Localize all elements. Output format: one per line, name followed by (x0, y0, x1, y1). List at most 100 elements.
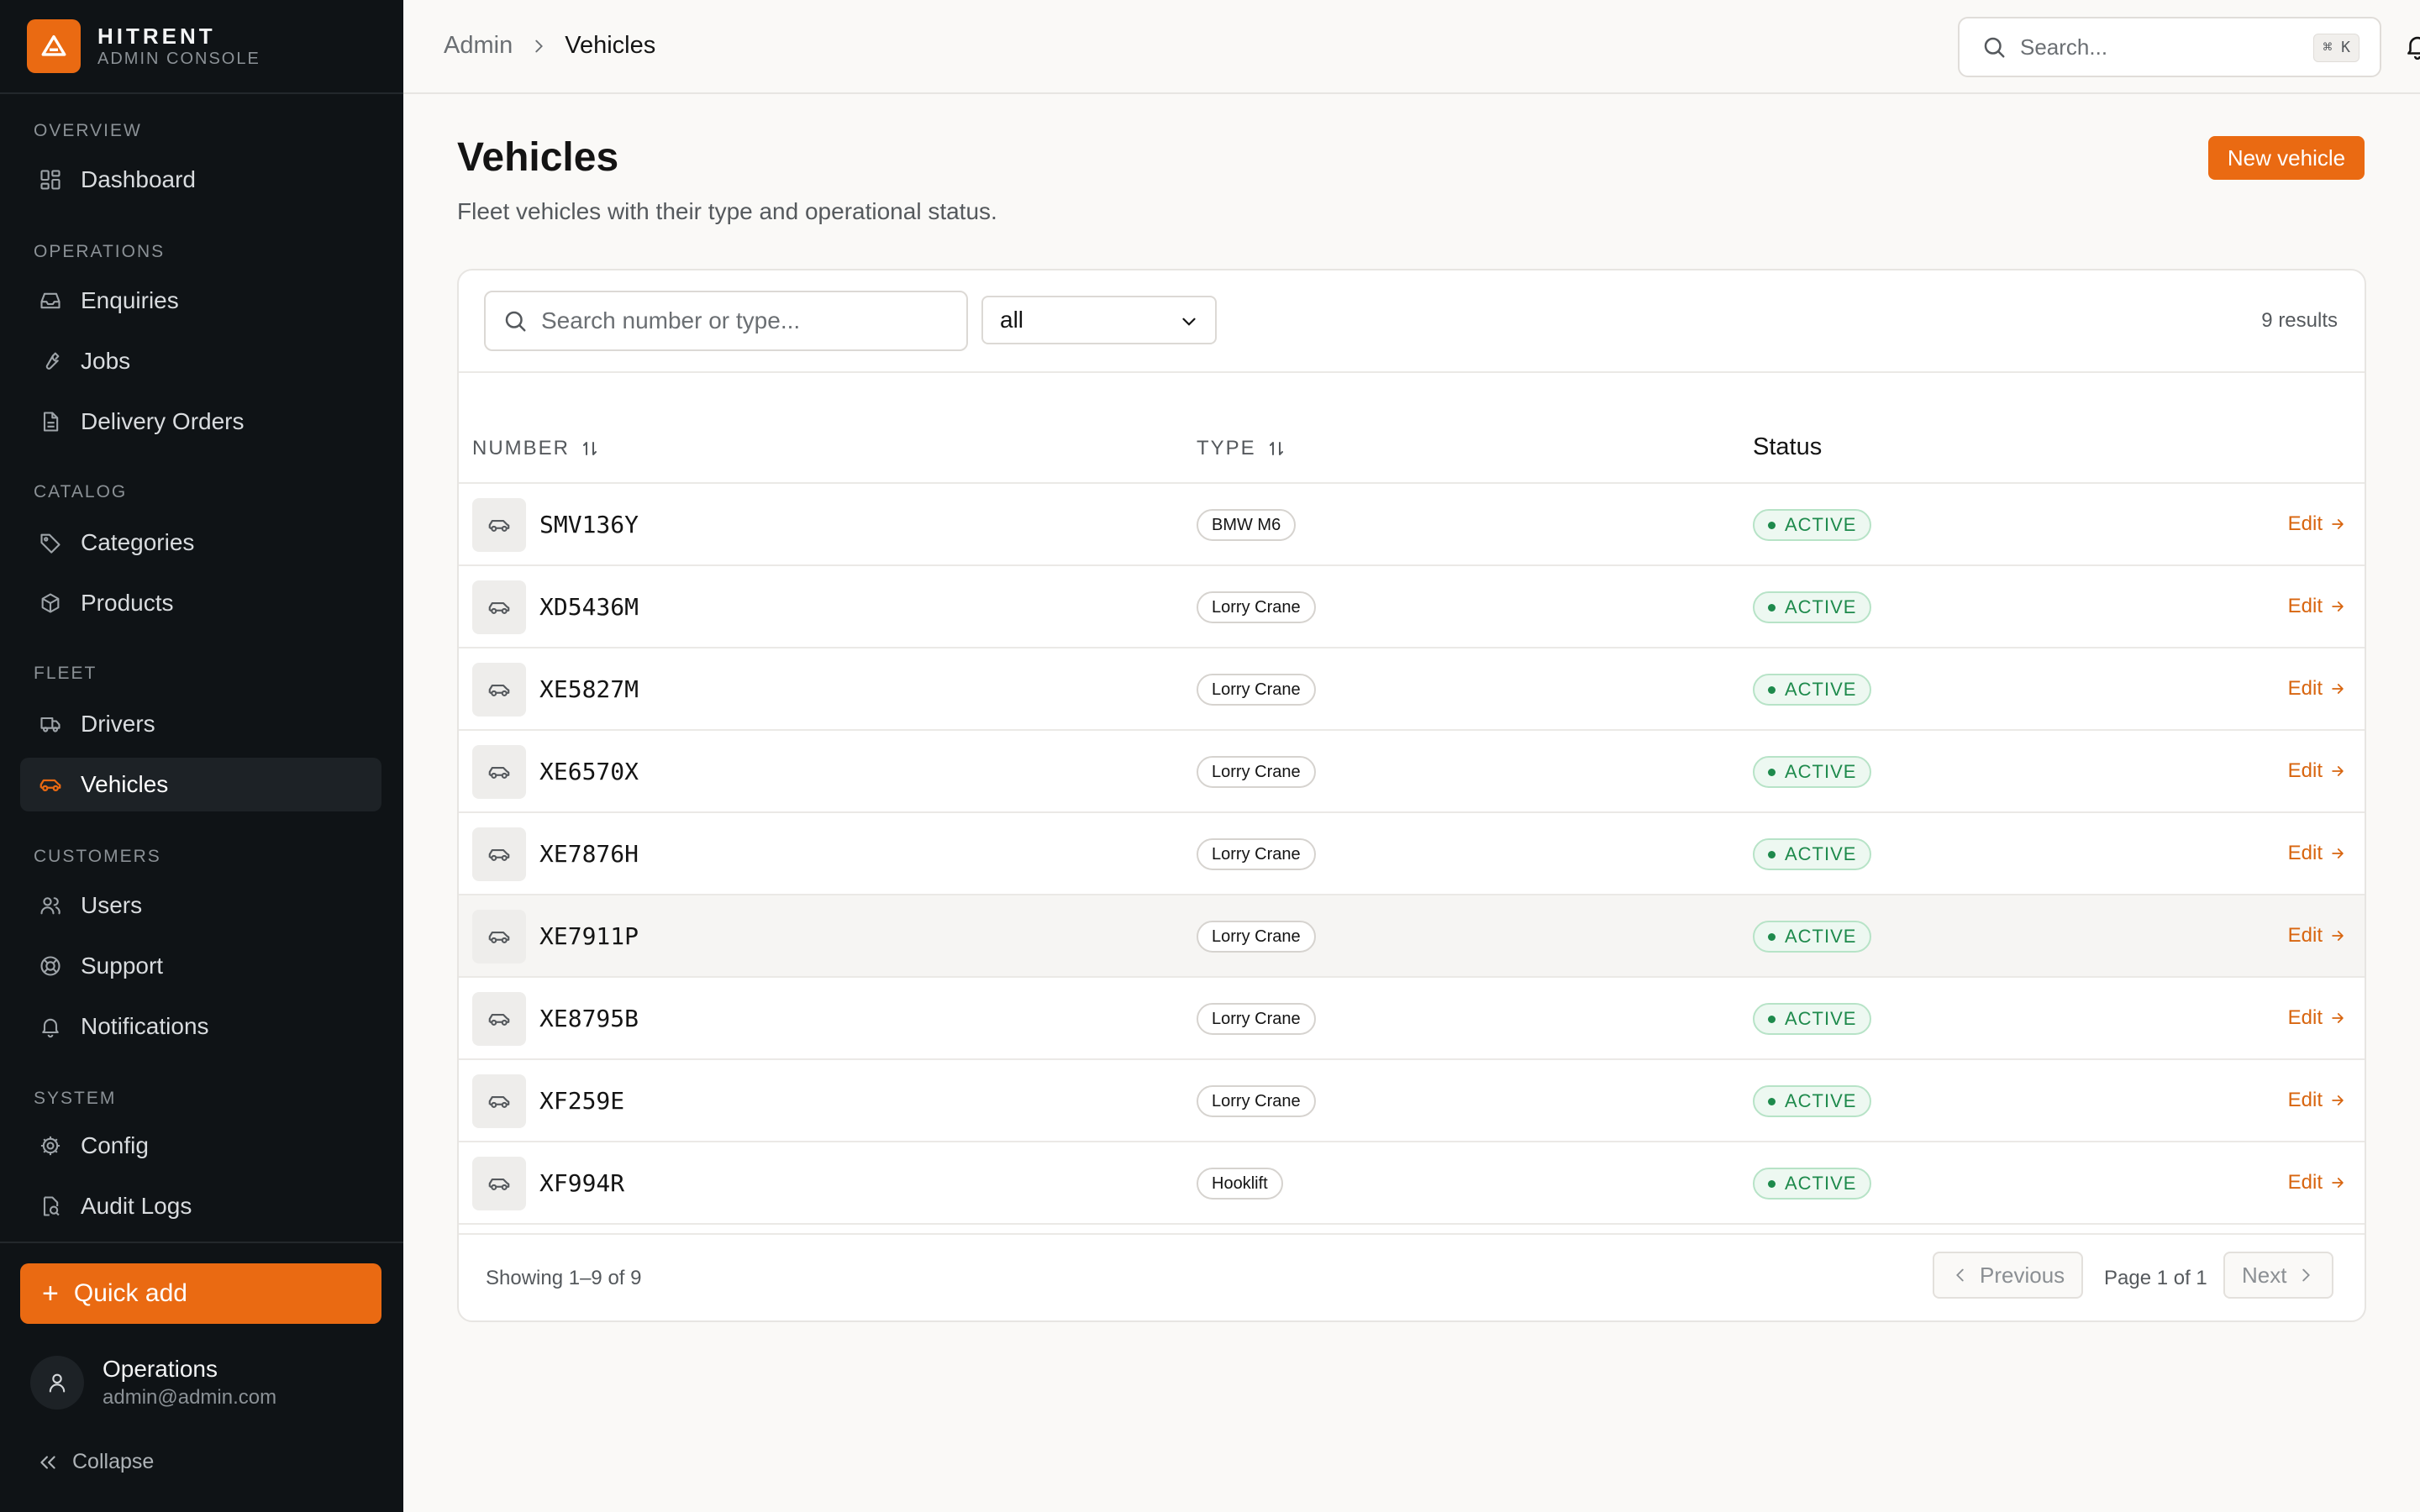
status-dot-icon (1768, 1016, 1776, 1023)
new-vehicle-button[interactable]: New vehicle (2208, 136, 2365, 180)
status-badge: ACTIVE (1753, 674, 1872, 706)
edit-label: Edit (2287, 1006, 2323, 1029)
edit-link[interactable]: Edit (2288, 842, 2346, 865)
breadcrumb-admin[interactable]: Admin (444, 32, 513, 60)
sidebar-item-support[interactable]: Support (20, 939, 381, 993)
truck-icon (37, 711, 64, 738)
edit-label: Edit (2287, 1089, 2323, 1111)
status-badge: ACTIVE (1753, 591, 1872, 623)
car-icon (472, 745, 526, 799)
sidebar-item-dashboard[interactable]: Dashboard (20, 153, 381, 207)
sidebar-item-categories[interactable]: Categories (20, 516, 381, 570)
previous-button[interactable]: Previous (1933, 1252, 2084, 1299)
vehicle-number: XE7876H (539, 840, 639, 868)
quick-add-label: Quick add (73, 1279, 187, 1307)
arrow-right-icon (2329, 1010, 2346, 1026)
sidebar-item-label: Vehicles (81, 771, 169, 797)
table-row[interactable]: XE7911P Lorry Crane ACTIVE Edit (459, 895, 2365, 978)
sidebar-item-vehicles[interactable]: Vehicles (20, 758, 381, 811)
car-icon (472, 910, 526, 963)
brand-name: HITRENT (97, 24, 216, 49)
vehicle-type-badge: Lorry Crane (1197, 838, 1316, 870)
arrow-right-icon (2329, 516, 2346, 533)
table-row[interactable]: XE8795B Lorry Crane ACTIVE Edit (459, 978, 2365, 1060)
status-dot-icon (1768, 1098, 1776, 1105)
user-profile[interactable]: Operations admin@admin.com (30, 1356, 276, 1410)
sidebar-item-notifications[interactable]: Notifications (20, 1000, 381, 1053)
page-title: Vehicles (457, 135, 619, 180)
arrow-right-icon (2329, 763, 2346, 780)
table-search-input[interactable]: Search number or type... (484, 291, 968, 351)
type-filter-value: all (1000, 307, 1024, 333)
edit-link[interactable]: Edit (2288, 1006, 2346, 1030)
sidebar-item-delivery-orders[interactable]: Delivery Orders (20, 395, 381, 449)
column-label: NUMBER (472, 437, 571, 459)
edit-link[interactable]: Edit (2288, 677, 2346, 701)
sidebar-item-audit-logs[interactable]: Audit Logs (20, 1179, 381, 1233)
user-email: admin@admin.com (103, 1386, 277, 1409)
status-badge: ACTIVE (1753, 509, 1872, 541)
status-label: ACTIVE (1785, 596, 1857, 617)
status-label: ACTIVE (1785, 1008, 1857, 1029)
sidebar-item-products[interactable]: Products (20, 576, 381, 630)
table-row[interactable]: XE6570X Lorry Crane ACTIVE Edit (459, 731, 2365, 813)
status-badge: ACTIVE (1753, 1085, 1872, 1117)
edit-label: Edit (2287, 512, 2323, 535)
arrow-right-icon (2329, 598, 2346, 615)
edit-link[interactable]: Edit (2288, 595, 2346, 618)
divider (459, 1233, 2365, 1235)
tag-icon (37, 529, 64, 556)
nav-section-overview: OVERVIEW (34, 121, 142, 140)
table-row[interactable]: XF994R Hooklift ACTIVE Edit (459, 1142, 2365, 1225)
collapse-button[interactable]: Collapse (37, 1450, 154, 1474)
sidebar-item-users[interactable]: Users (20, 879, 381, 932)
table-row[interactable]: XF259E Lorry Crane ACTIVE Edit (459, 1060, 2365, 1142)
quick-add-button[interactable]: + Quick add (20, 1263, 381, 1324)
page-indicator: Page 1 of 1 (2104, 1267, 2207, 1289)
edit-link[interactable]: Edit (2288, 1089, 2346, 1112)
sidebar-item-jobs[interactable]: Jobs (20, 334, 381, 388)
vehicle-number: XD5436M (539, 593, 639, 621)
edit-link[interactable]: Edit (2288, 759, 2346, 783)
breadcrumb: Admin Vehicles (444, 32, 655, 60)
column-header-type[interactable]: TYPE (1197, 437, 1286, 460)
sidebar-item-enquiries[interactable]: Enquiries (20, 274, 381, 328)
table-row[interactable]: XE5827M Lorry Crane ACTIVE Edit (459, 648, 2365, 731)
status-label: ACTIVE (1785, 843, 1857, 864)
column-header-number[interactable]: NUMBER (472, 437, 600, 460)
status-dot-icon (1768, 522, 1776, 529)
nav-section-system: SYSTEM (34, 1089, 117, 1108)
vehicle-type-badge: BMW M6 (1197, 509, 1297, 541)
status-label: ACTIVE (1785, 1090, 1857, 1111)
table-row[interactable]: SMV136Y BMW M6 ACTIVE Edit (459, 484, 2365, 566)
edit-link[interactable]: Edit (2288, 512, 2346, 536)
sidebar: HITRENT ADMIN CONSOLE OVERVIEW Dashboard… (0, 0, 403, 1512)
wrench-icon (37, 348, 64, 375)
chevron-right-icon (2296, 1266, 2315, 1284)
divider (459, 371, 2365, 373)
vehicle-type-badge: Lorry Crane (1197, 674, 1316, 706)
vehicle-number: XF994R (539, 1169, 625, 1197)
sidebar-item-config[interactable]: Config (20, 1119, 381, 1173)
notifications-bell-icon[interactable] (2403, 32, 2420, 65)
status-dot-icon (1768, 851, 1776, 858)
brand[interactable]: HITRENT ADMIN CONSOLE (0, 0, 403, 94)
edit-link[interactable]: Edit (2288, 1171, 2346, 1194)
search-placeholder: Search... (2020, 34, 2108, 60)
car-icon (472, 1074, 526, 1128)
breadcrumb-current: Vehicles (565, 32, 656, 59)
table-row[interactable]: XE7876H Lorry Crane ACTIVE Edit (459, 813, 2365, 895)
chevrons-left-icon (37, 1452, 59, 1473)
status-dot-icon (1768, 1180, 1776, 1188)
vehicles-table-card: Search number or type... all 9 results N… (457, 269, 2366, 1322)
next-button[interactable]: Next (2223, 1252, 2334, 1299)
global-search-input[interactable]: Search... ⌘ K (1958, 17, 2381, 77)
edit-link[interactable]: Edit (2288, 924, 2346, 948)
nav-section-fleet: FLEET (34, 664, 97, 683)
table-row[interactable]: XD5436M Lorry Crane ACTIVE Edit (459, 566, 2365, 648)
user-name: Operations (103, 1356, 218, 1382)
audit-icon (37, 1193, 64, 1220)
gear-icon (37, 1132, 64, 1159)
type-filter-select[interactable]: all (981, 296, 1217, 344)
sidebar-item-drivers[interactable]: Drivers (20, 697, 381, 751)
